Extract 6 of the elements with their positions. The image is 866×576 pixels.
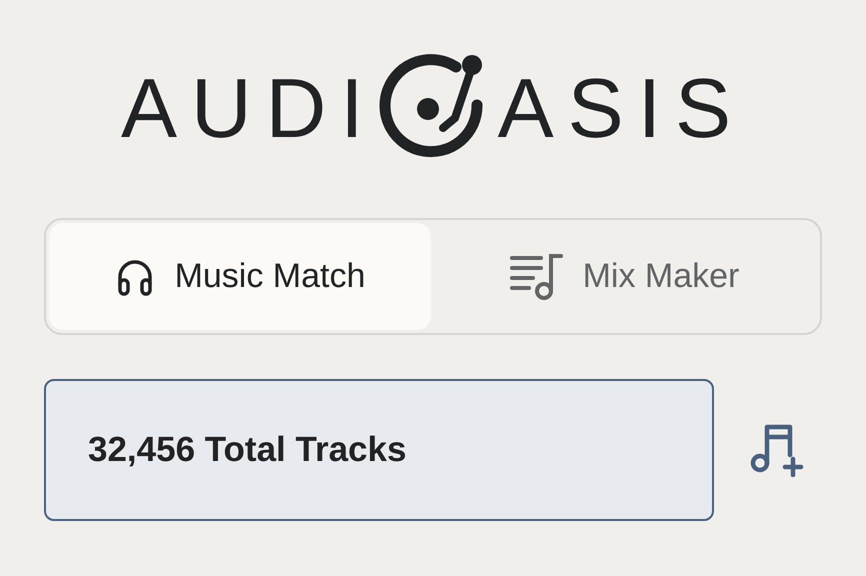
track-count: 32,456 Total Tracks bbox=[88, 430, 406, 470]
logo-text: AUDI bbox=[120, 66, 378, 150]
logo-text: ASIS bbox=[498, 66, 746, 150]
tab[interactable]: Mix Maker bbox=[431, 223, 817, 330]
playlist-icon bbox=[508, 252, 563, 300]
tab[interactable]: Music Match bbox=[49, 223, 431, 330]
